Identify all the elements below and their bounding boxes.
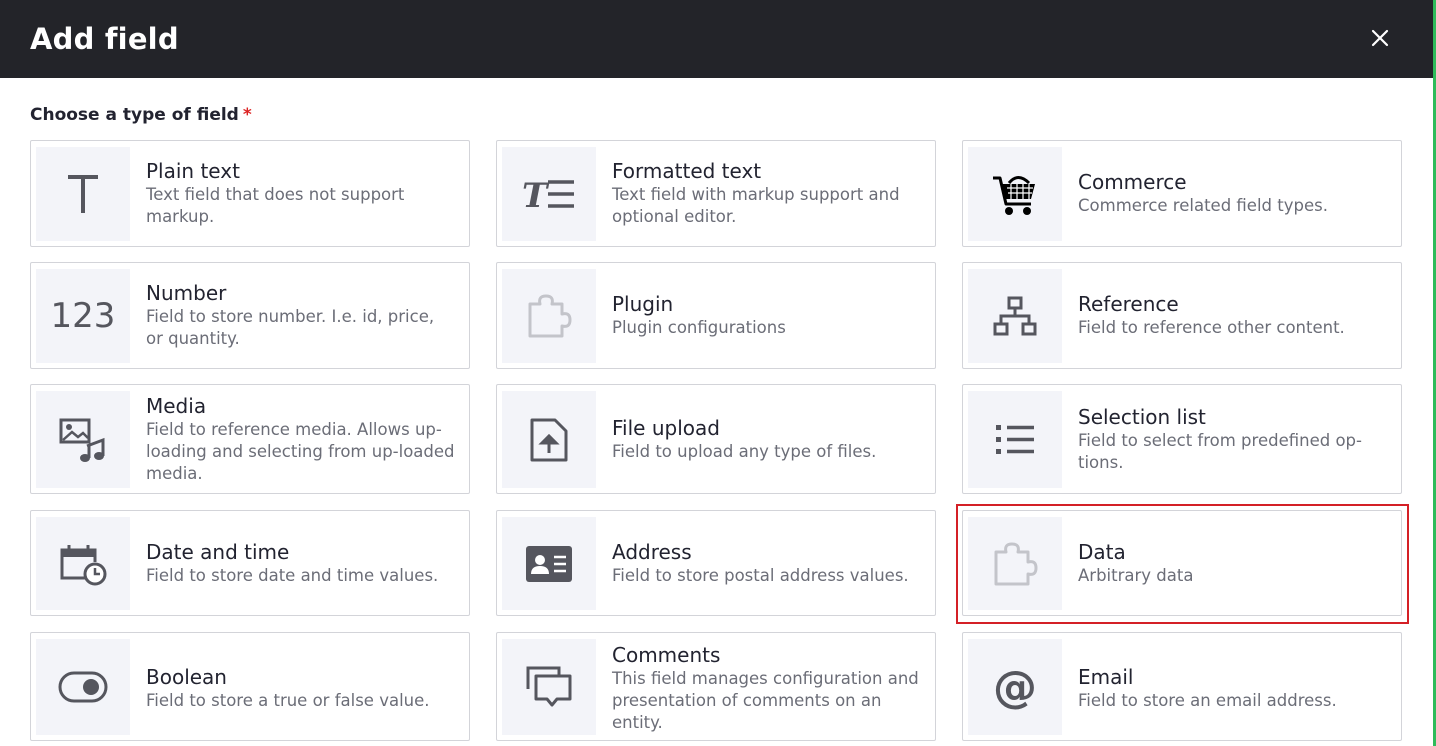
field-type-description: This field manages configuration and pre… bbox=[612, 669, 919, 732]
required-mark: * bbox=[242, 105, 252, 125]
field-type-grid: Plain text Text field that does not supp… bbox=[30, 140, 1402, 746]
field-type-boolean[interactable]: Boolean Field to store a true or false v… bbox=[30, 632, 470, 741]
toggle-icon bbox=[36, 639, 130, 735]
field-type-name: Number bbox=[146, 281, 227, 305]
field-type-label-text: Choose a type of field bbox=[30, 105, 239, 125]
svg-text:T: T bbox=[522, 176, 550, 212]
field-type-name: Comments bbox=[612, 643, 721, 667]
field-type-formatted-text[interactable]: T Formatted text Text field with markup … bbox=[496, 140, 936, 247]
field-type-name: Media bbox=[146, 394, 207, 418]
field-type-commerce[interactable]: Commerce Commerce related field types. bbox=[962, 140, 1402, 247]
field-type-plain-text[interactable]: Plain text Text field that does not supp… bbox=[30, 140, 470, 247]
field-type-description: Field to select from predefined op-tions… bbox=[1078, 431, 1362, 472]
field-type-file-upload[interactable]: File upload Field to upload any type of … bbox=[496, 384, 936, 494]
field-type-description: Field to upload any type of files. bbox=[612, 442, 877, 461]
field-type-name: Plugin bbox=[612, 292, 674, 316]
field-type-number[interactable]: 123 Number Field to store number. I.e. i… bbox=[30, 262, 470, 369]
field-type-label: Choose a type of field * bbox=[30, 105, 252, 125]
field-type-description: Field to store date and time values. bbox=[146, 566, 439, 585]
field-type-description: Field to store a true or false value. bbox=[146, 691, 430, 710]
puzzle-icon bbox=[502, 269, 596, 363]
field-type-name: Date and time bbox=[146, 540, 290, 564]
field-type-email[interactable]: @ Email Field to store an email address. bbox=[962, 632, 1402, 741]
formatted-text-icon: T bbox=[502, 147, 596, 241]
field-type-name: Address bbox=[612, 540, 692, 564]
dialog-titlebar: Add field bbox=[0, 0, 1433, 78]
field-type-address[interactable]: Address Field to store postal address va… bbox=[496, 510, 936, 616]
field-type-name: Formatted text bbox=[612, 159, 762, 183]
field-type-description: Field to reference media. Allows up-load… bbox=[146, 420, 455, 483]
field-type-name: Plain text bbox=[146, 159, 240, 183]
shopping-cart-icon bbox=[968, 147, 1062, 241]
sitemap-icon bbox=[968, 269, 1062, 363]
field-type-description: Field to store number. I.e. id, price, o… bbox=[146, 307, 435, 348]
field-type-name: Boolean bbox=[146, 665, 227, 689]
field-type-description: Plugin configurations bbox=[612, 318, 786, 337]
field-type-description: Commerce related field types. bbox=[1078, 196, 1328, 215]
address-card-icon bbox=[502, 517, 596, 610]
calendar-clock-icon bbox=[36, 517, 130, 610]
field-type-reference[interactable]: Reference Field to reference other conte… bbox=[962, 262, 1402, 369]
field-type-description: Field to store an email address. bbox=[1078, 691, 1337, 710]
field-type-plugin[interactable]: Plugin Plugin configurations bbox=[496, 262, 936, 369]
list-icon bbox=[968, 391, 1062, 488]
puzzle-icon bbox=[968, 517, 1062, 610]
field-type-date-and-time[interactable]: Date and time Field to store date and ti… bbox=[30, 510, 470, 616]
plain-text-icon bbox=[36, 147, 130, 241]
field-type-name: File upload bbox=[612, 416, 720, 440]
field-type-name: Email bbox=[1078, 665, 1134, 689]
field-type-selection-list[interactable]: Selection list Field to select from pred… bbox=[962, 384, 1402, 494]
field-type-data[interactable]: Data Arbitrary data bbox=[962, 510, 1402, 616]
field-type-description: Text field with markup support and optio… bbox=[612, 185, 900, 226]
close-icon[interactable] bbox=[1369, 27, 1391, 49]
field-type-name: Commerce bbox=[1078, 170, 1187, 194]
field-type-description: Field to reference other content. bbox=[1078, 318, 1345, 337]
field-type-description: Text field that does not support markup. bbox=[146, 185, 405, 226]
field-type-comments[interactable]: Comments This field manages configuratio… bbox=[496, 632, 936, 741]
comments-icon bbox=[502, 639, 596, 735]
field-type-media[interactable]: Media Field to reference media. Allows u… bbox=[30, 384, 470, 494]
number-icon: 123 bbox=[36, 269, 130, 363]
field-type-description: Arbitrary data bbox=[1078, 566, 1194, 585]
file-upload-icon bbox=[502, 391, 596, 488]
field-type-name: Data bbox=[1078, 540, 1126, 564]
media-icon bbox=[36, 391, 130, 488]
dialog-title: Add field bbox=[30, 22, 179, 56]
field-type-name: Selection list bbox=[1078, 405, 1206, 429]
field-type-name: Reference bbox=[1078, 292, 1179, 316]
at-icon: @ bbox=[968, 639, 1062, 735]
field-type-description: Field to store postal address values. bbox=[612, 566, 909, 585]
